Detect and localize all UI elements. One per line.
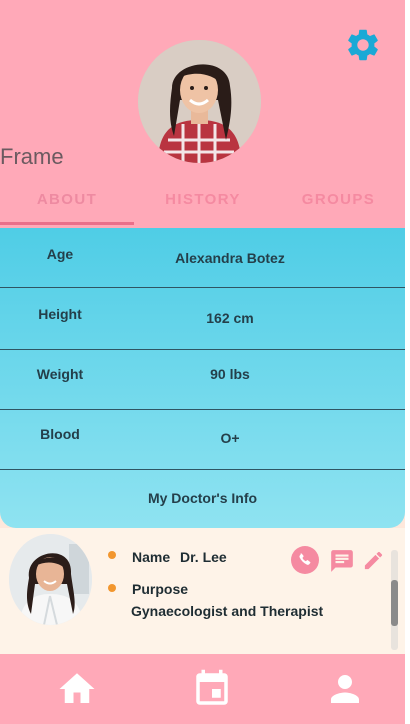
blood-value: O+: [220, 430, 240, 446]
info-row-blood: Blood O+: [0, 410, 405, 470]
edit-icon[interactable]: [362, 549, 385, 572]
doctor-card-scrollbar[interactable]: [391, 550, 398, 650]
profile-avatar: [138, 40, 261, 163]
profile-info-card: Age Alexandra Botez Height 162 cm Weight…: [0, 228, 405, 528]
age-value: Alexandra Botez: [175, 250, 285, 266]
doctor-section-title: My Doctor's Info: [147, 490, 258, 506]
profile-tabs: ABOUT HISTORY GROUPS: [0, 186, 405, 228]
active-tab-indicator: [0, 222, 134, 225]
tab-about[interactable]: ABOUT: [0, 186, 134, 224]
purpose-bullet: [108, 584, 116, 592]
doctor-purpose-label: Purpose: [132, 581, 189, 597]
profile-screen: Frame ABOUT HISTORY GROUPS Age Alexandra…: [0, 0, 405, 724]
profile-header: Frame ABOUT HISTORY GROUPS: [0, 0, 405, 228]
frame-label: Frame: [0, 144, 64, 169]
message-icon[interactable]: [329, 548, 355, 574]
weight-label: Weight: [36, 366, 84, 382]
height-value: 162 cm: [206, 310, 254, 326]
tab-history[interactable]: HISTORY: [136, 186, 270, 224]
gear-icon[interactable]: [344, 26, 382, 64]
height-label: Height: [38, 306, 82, 322]
blood-label: Blood: [40, 426, 80, 442]
phone-icon[interactable]: [291, 546, 319, 574]
age-label: Age: [46, 246, 74, 262]
weight-value: 90 lbs: [210, 366, 250, 382]
doctor-purpose-value: Gynaecologist and Therapist: [131, 603, 324, 619]
name-bullet: [108, 551, 116, 559]
bottom-navigation: [0, 654, 405, 724]
tab-groups[interactable]: GROUPS: [272, 186, 405, 224]
doctor-name-label: Name: [132, 549, 171, 565]
home-icon[interactable]: [56, 668, 98, 710]
info-row-weight: Weight 90 lbs: [0, 350, 405, 410]
window-edge: [405, 0, 410, 724]
doctor-avatar: [9, 534, 92, 625]
doctor-name-value: Dr. Lee: [180, 549, 227, 565]
calendar-icon[interactable]: [191, 668, 233, 710]
info-row-height: Height 162 cm: [0, 289, 405, 350]
scrollbar-thumb[interactable]: [391, 580, 398, 626]
person-icon[interactable]: [324, 668, 366, 710]
info-row-age: Age Alexandra Botez: [0, 228, 405, 288]
doctor-card: Name Dr. Lee Purpose Gynaecologist and T…: [0, 528, 405, 654]
